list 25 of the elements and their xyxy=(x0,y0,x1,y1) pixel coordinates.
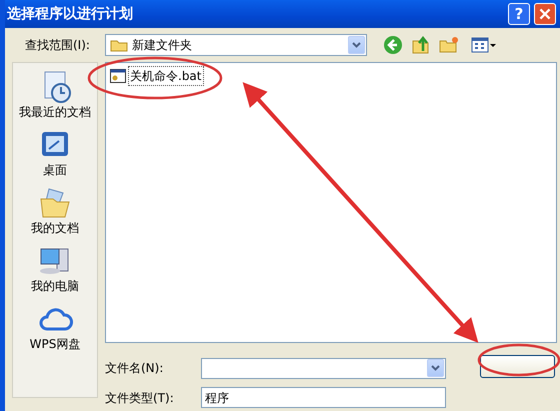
batch-file-icon xyxy=(110,69,126,83)
file-type-value: 程序 xyxy=(205,390,229,406)
file-name[interactable]: 关机命令.bat xyxy=(128,66,204,86)
file-type-dropdown[interactable]: 程序 xyxy=(201,387,446,408)
look-in-dropdown[interactable]: 新建文件夹 xyxy=(105,34,367,56)
place-label[interactable]: 我最近的文档 xyxy=(19,103,91,121)
file-name-field[interactable] xyxy=(201,358,446,378)
back-icon[interactable] xyxy=(383,35,403,55)
new-folder-icon[interactable] xyxy=(439,35,459,55)
views-menu-icon[interactable] xyxy=(471,36,497,54)
file-name-label: 文件名(N): xyxy=(105,360,164,377)
place-label[interactable]: 桌面 xyxy=(43,161,67,179)
place-label[interactable]: 我的文档 xyxy=(31,219,79,237)
window-title: 选择程序以进行计划 xyxy=(7,4,134,24)
place-label[interactable]: 我的电脑 xyxy=(31,277,79,295)
look-in-value: 新建文件夹 xyxy=(132,37,193,54)
help-button[interactable]: ? xyxy=(508,3,530,25)
place-label[interactable]: WPS网盘 xyxy=(30,335,80,353)
file-type-label: 文件类型(T): xyxy=(105,390,175,406)
up-folder-icon[interactable] xyxy=(411,35,431,55)
look-in-label: 查找范围(I): xyxy=(25,37,91,54)
close-icon[interactable] xyxy=(534,3,556,25)
caret-icon xyxy=(352,42,361,48)
caret-icon xyxy=(431,365,440,371)
folder-icon xyxy=(110,38,128,52)
